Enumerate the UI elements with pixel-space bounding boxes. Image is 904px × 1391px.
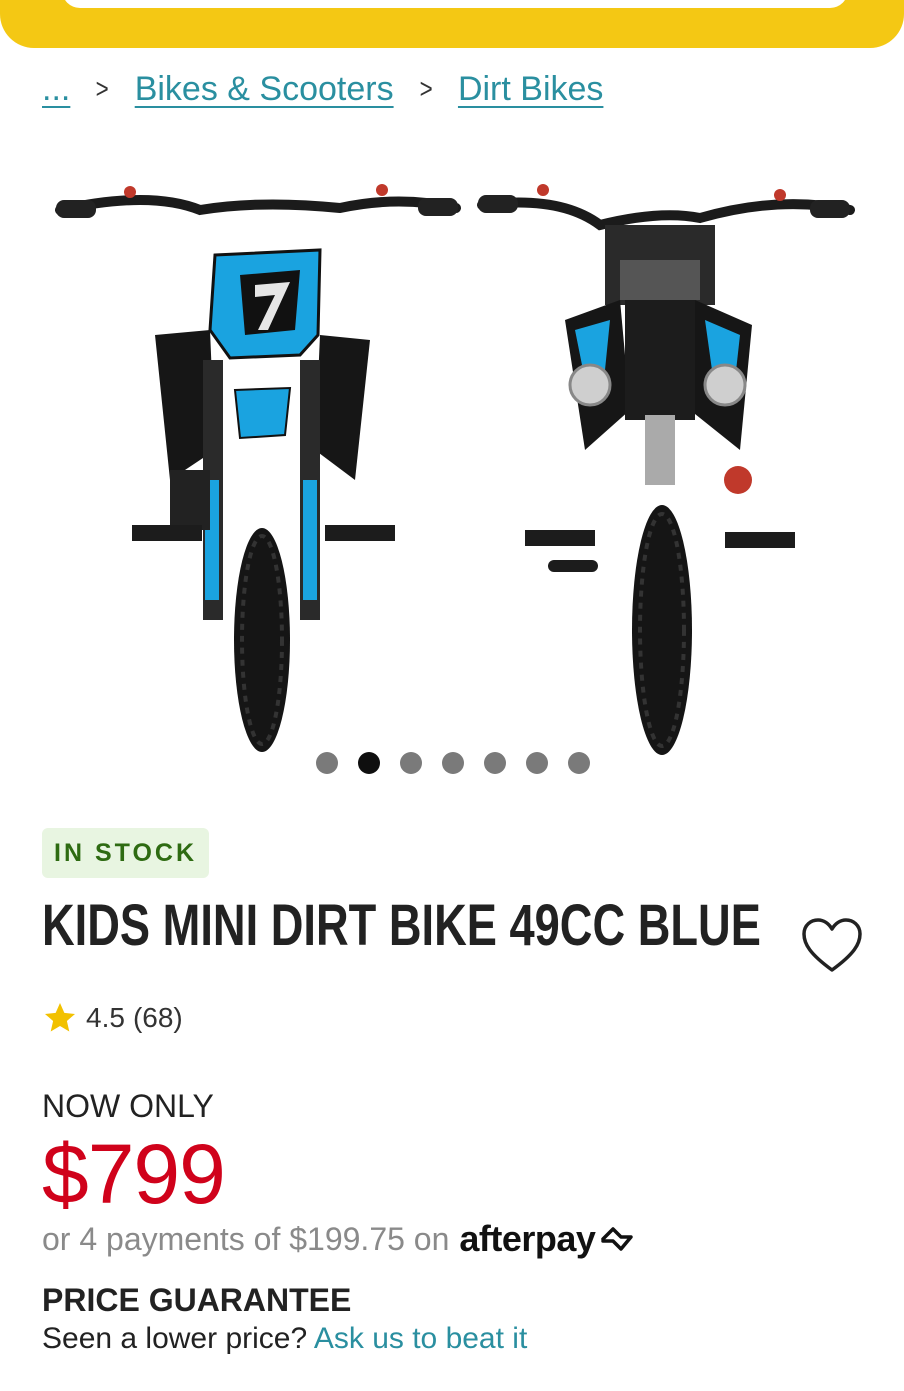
product-price: $799 — [42, 1127, 226, 1221]
gallery-dot-2[interactable] — [358, 752, 380, 774]
product-image-gallery[interactable] — [0, 150, 904, 800]
afterpay-brand-text: afterpay — [459, 1218, 596, 1259]
top-banner — [0, 0, 904, 48]
bike-rear-view — [477, 184, 855, 755]
price-guarantee-title: PRICE GUARANTEE — [42, 1282, 352, 1318]
chevron-right-icon: > — [419, 73, 433, 104]
stock-status-badge: IN STOCK — [42, 828, 209, 878]
beat-price-link[interactable]: Ask us to beat it — [314, 1322, 527, 1355]
gallery-dot-3[interactable] — [400, 752, 422, 774]
afterpay-installments[interactable]: or 4 payments of $199.75 on afterpay — [42, 1218, 637, 1260]
gallery-dot-1[interactable] — [316, 752, 338, 774]
afterpay-icon — [601, 1227, 634, 1251]
product-rating[interactable]: 4.5 (68) — [42, 1000, 183, 1036]
search-bar-edge[interactable] — [62, 0, 848, 8]
heart-icon — [802, 918, 862, 972]
wishlist-button[interactable] — [800, 916, 864, 976]
star-icon — [45, 1003, 75, 1032]
price-guarantee-text: Seen a lower price? Ask us to beat it — [42, 1322, 527, 1356]
price-label: NOW ONLY — [42, 1088, 214, 1124]
breadcrumb-ellipsis[interactable]: ... — [42, 70, 70, 109]
chevron-right-icon: > — [95, 73, 110, 104]
breadcrumb: ... > Bikes & Scooters > Dirt Bikes — [42, 68, 603, 110]
installments-text: or 4 payments of $199.75 on — [42, 1220, 450, 1257]
gallery-dot-7[interactable] — [568, 752, 590, 774]
afterpay-logo: afterpay — [459, 1218, 637, 1260]
gallery-dot-4[interactable] — [442, 752, 464, 774]
gallery-dot-5[interactable] — [484, 752, 506, 774]
bike-front-view — [55, 184, 461, 752]
gallery-pagination — [316, 752, 590, 774]
rating-value: 4.5 — [86, 1002, 125, 1033]
breadcrumb-bikes-scooters[interactable]: Bikes & Scooters — [135, 70, 394, 109]
product-image — [55, 184, 855, 755]
product-title: KIDS MINI DIRT BIKE 49CC BLUE — [42, 893, 761, 958]
guarantee-question: Seen a lower price? — [42, 1322, 314, 1355]
breadcrumb-dirt-bikes[interactable]: Dirt Bikes — [458, 70, 603, 109]
gallery-dot-6[interactable] — [526, 752, 548, 774]
review-count: (68) — [132, 1002, 183, 1033]
